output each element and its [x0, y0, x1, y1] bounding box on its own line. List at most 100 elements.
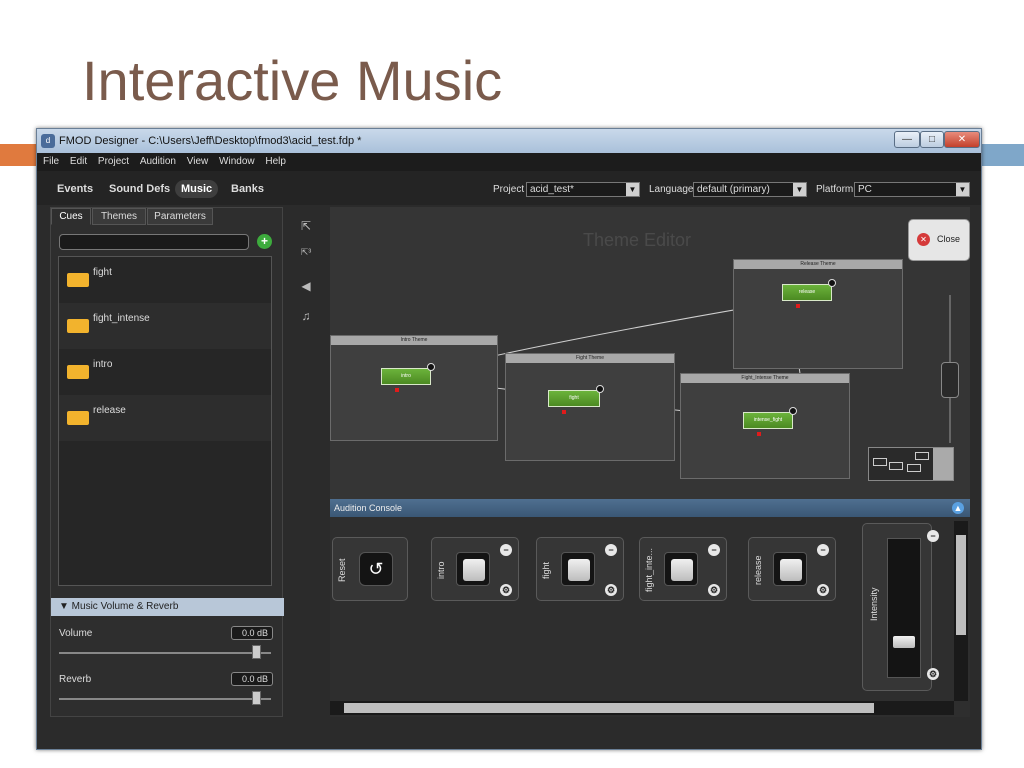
reverb-slider-track[interactable] — [59, 698, 271, 700]
minimap-box — [915, 452, 929, 460]
minimap-box — [873, 458, 887, 466]
menu-view[interactable]: View — [187, 156, 209, 167]
menu-file[interactable]: File — [43, 156, 59, 167]
reset-label: Reset — [337, 558, 347, 582]
trigger-intro-button[interactable] — [456, 552, 490, 586]
window-titlebar[interactable]: d FMOD Designer - C:\Users\Jeff\Desktop\… — [37, 129, 981, 153]
platform-label: Platform — [816, 184, 854, 195]
minimize-button[interactable]: — — [894, 131, 920, 148]
link-port[interactable] — [828, 279, 836, 287]
cue-node-fight[interactable]: fight — [548, 390, 600, 407]
volume-slider-track[interactable] — [59, 652, 271, 654]
cue-search-input[interactable] — [59, 234, 249, 250]
music-note-icon[interactable]: ♫ — [294, 305, 318, 327]
trigger-fight-intense-button[interactable] — [664, 552, 698, 586]
menu-edit[interactable]: Edit — [70, 156, 87, 167]
cue-node-intense-fight[interactable]: intense_fight — [743, 412, 793, 429]
cue-node-intro[interactable]: intro — [381, 368, 431, 385]
theme-header: Fight_Intense Theme — [681, 374, 849, 383]
zoom-slider-handle[interactable] — [941, 362, 959, 398]
trigger-fight-button[interactable] — [561, 552, 595, 586]
folder-icon — [67, 411, 89, 425]
theme-editor[interactable]: Theme Editor ✕ Close Intro Theme intro F… — [330, 207, 970, 499]
arrow-select-icon[interactable]: ⇱ — [294, 215, 318, 237]
reverb-slider-handle[interactable] — [251, 691, 261, 705]
tab-parameters[interactable]: Parameters — [147, 208, 213, 225]
project-select[interactable]: acid_test* — [526, 182, 640, 197]
scroll-thumb[interactable] — [344, 703, 874, 713]
link-port[interactable] — [789, 407, 797, 415]
minus-icon[interactable]: − — [817, 544, 829, 556]
reset-button[interactable]: ↺ — [359, 552, 393, 586]
menu-window[interactable]: Window — [219, 156, 255, 167]
theme-box-fight[interactable]: Fight Theme fight — [505, 353, 675, 461]
platform-select[interactable]: PC — [854, 182, 970, 197]
end-marker — [395, 388, 399, 392]
folder-icon — [67, 273, 89, 287]
number-select-icon[interactable]: ⇱³ — [294, 241, 318, 263]
link-port[interactable] — [596, 385, 604, 393]
intensity-slider-handle[interactable] — [893, 636, 915, 648]
folder-icon — [67, 319, 89, 333]
close-window-button[interactable]: ✕ — [944, 131, 980, 148]
list-item[interactable]: fight — [59, 257, 271, 303]
speaker-icon[interactable]: ◀ — [294, 275, 318, 297]
folder-icon — [67, 365, 89, 379]
add-cue-icon[interactable]: + — [257, 234, 272, 249]
console-header[interactable]: Audition Console ▲ — [330, 499, 970, 517]
wrench-icon[interactable]: ⚙ — [708, 584, 720, 596]
console-horizontal-scrollbar[interactable] — [330, 701, 954, 715]
menubar: File Edit Project Audition View Window H… — [37, 153, 981, 171]
chevron-down-icon[interactable]: ▼ — [793, 183, 806, 196]
minimap-box — [907, 464, 921, 472]
music-volume-reverb-section[interactable]: ▼ Music Volume & Reverb — [51, 598, 284, 616]
chevron-down-icon[interactable]: ▼ — [956, 183, 969, 196]
theme-header: Intro Theme — [331, 336, 497, 345]
theme-box-fight-intense[interactable]: Fight_Intense Theme intense_fight — [680, 373, 850, 479]
language-select[interactable]: default (primary) — [693, 182, 807, 197]
tab-cues[interactable]: Cues — [51, 208, 91, 225]
console-vertical-scrollbar[interactable] — [954, 521, 968, 701]
maximize-button[interactable]: □ — [920, 131, 944, 148]
list-item[interactable]: release — [59, 395, 271, 441]
slide-accent-bar-left — [0, 144, 36, 166]
audition-console: Audition Console ▲ Reset ↺ intro − ⚙ fig… — [330, 499, 970, 717]
wrench-icon[interactable]: ⚙ — [927, 668, 939, 680]
menu-help[interactable]: Help — [265, 156, 286, 167]
tab-events[interactable]: Events — [51, 180, 99, 198]
wrench-icon[interactable]: ⚙ — [500, 584, 512, 596]
cue-node-release[interactable]: release — [782, 284, 832, 301]
console-cue-fight-intense: fight_inte... − ⚙ — [639, 537, 727, 601]
tab-banks[interactable]: Banks — [225, 180, 270, 198]
end-marker — [757, 432, 761, 436]
minus-icon[interactable]: − — [500, 544, 512, 556]
minus-icon[interactable]: − — [927, 530, 939, 542]
wrench-icon[interactable]: ⚙ — [605, 584, 617, 596]
intensity-slider-track[interactable] — [887, 538, 921, 678]
theme-box-release[interactable]: Release Theme release — [733, 259, 903, 369]
chevron-down-icon[interactable]: ▼ — [626, 183, 639, 196]
minus-icon[interactable]: − — [708, 544, 720, 556]
scroll-thumb[interactable] — [956, 535, 966, 635]
reset-box: Reset ↺ — [332, 537, 408, 601]
editor-minimap[interactable] — [868, 447, 954, 481]
volume-slider-handle[interactable] — [251, 645, 261, 659]
tab-sound-defs[interactable]: Sound Defs — [103, 180, 176, 198]
collapse-icon[interactable]: ▲ — [952, 502, 964, 514]
reverb-value[interactable]: 0.0 dB — [231, 672, 273, 686]
wrench-icon[interactable]: ⚙ — [817, 584, 829, 596]
list-item[interactable]: intro — [59, 349, 271, 395]
tab-themes[interactable]: Themes — [92, 208, 146, 225]
theme-box-intro[interactable]: Intro Theme intro — [330, 335, 498, 441]
list-item[interactable]: fight_intense — [59, 303, 271, 349]
menu-audition[interactable]: Audition — [140, 156, 176, 167]
window-title: FMOD Designer - C:\Users\Jeff\Desktop\fm… — [59, 135, 362, 147]
link-port[interactable] — [427, 363, 435, 371]
minimap-viewport[interactable] — [933, 448, 953, 480]
tab-music[interactable]: Music — [175, 180, 219, 198]
trigger-release-button[interactable] — [773, 552, 807, 586]
console-cue-fight: fight − ⚙ — [536, 537, 624, 601]
minus-icon[interactable]: − — [605, 544, 617, 556]
volume-value[interactable]: 0.0 dB — [231, 626, 273, 640]
menu-project[interactable]: Project — [98, 156, 129, 167]
